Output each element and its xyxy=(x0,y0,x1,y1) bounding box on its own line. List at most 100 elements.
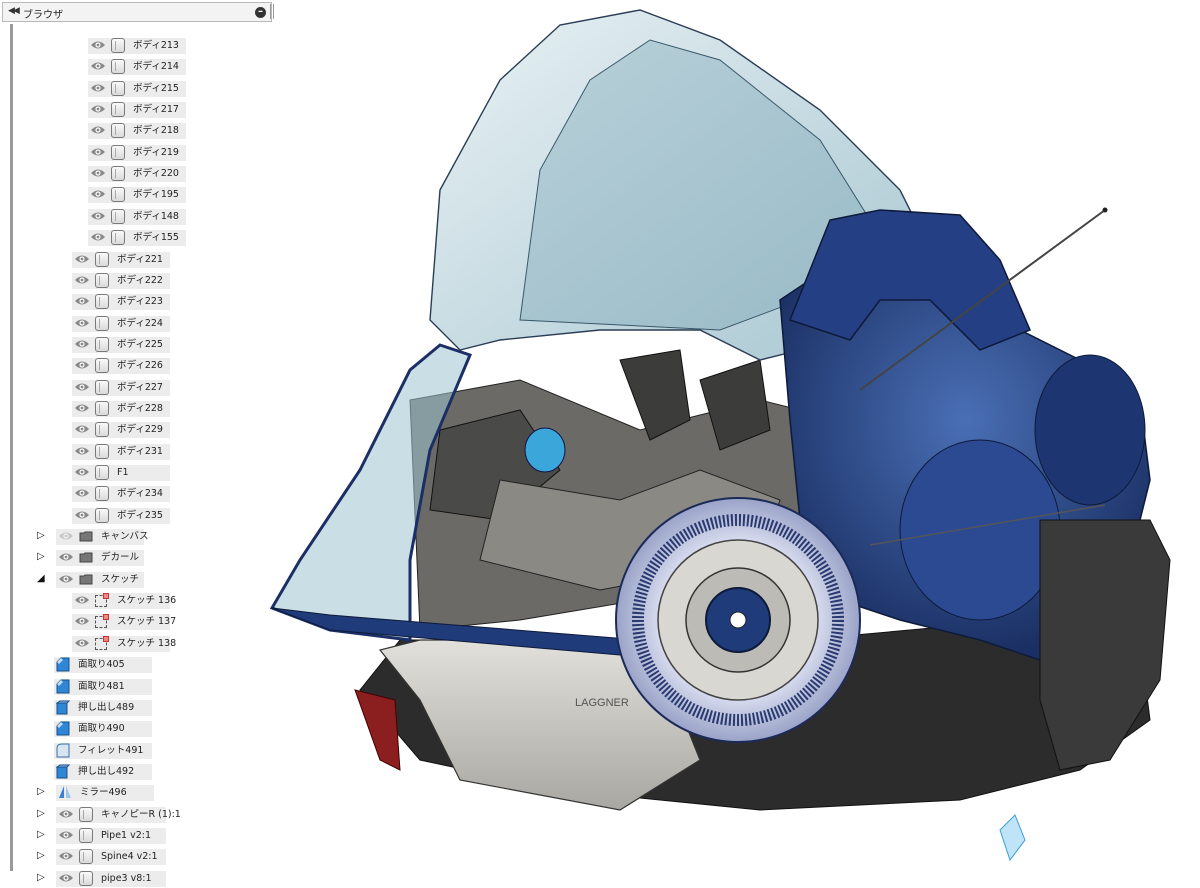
tree-item[interactable]: フィレット491 xyxy=(0,742,290,760)
visibility-eye-icon[interactable] xyxy=(74,381,90,393)
body-icon xyxy=(111,59,125,75)
model-viewport[interactable]: LAGGNER xyxy=(262,0,1200,871)
tree-item[interactable]: ▷ Spine4 v2:1 xyxy=(0,848,290,866)
tree-item[interactable]: ボディ195 xyxy=(0,186,290,204)
visibility-eye-icon[interactable] xyxy=(74,423,90,435)
tree-item[interactable]: ▷ ミラー496 xyxy=(0,784,290,802)
expand-arrow-icon[interactable]: ▷ xyxy=(37,808,47,820)
tree-item[interactable]: 面取り481 xyxy=(0,678,290,696)
body-icon xyxy=(95,294,109,310)
tree-item-label: 押し出し492 xyxy=(78,765,135,777)
tree-item-label: スケッチ xyxy=(101,573,140,585)
tree-item[interactable]: ボディ155 xyxy=(0,229,290,247)
tree-item[interactable]: スケッチ 138 xyxy=(0,635,290,653)
tree-item[interactable]: ボディ228 xyxy=(0,400,290,418)
tree-item[interactable]: 押し出し492 xyxy=(0,763,290,781)
sketch-icon xyxy=(95,635,109,650)
collapse-browser-icon[interactable]: ◀◀ xyxy=(8,6,20,16)
tree-item-label: ボディ218 xyxy=(133,125,179,137)
tree-item-label: ボディ148 xyxy=(133,210,179,222)
tree-item[interactable]: 面取り405 xyxy=(0,656,290,674)
visibility-eye-icon[interactable] xyxy=(90,210,106,222)
tree-item[interactable]: ボディ221 xyxy=(0,251,290,269)
tree-item[interactable]: ボディ234 xyxy=(0,485,290,503)
visibility-eye-icon[interactable] xyxy=(90,82,106,94)
tree-item[interactable]: スケッチ 137 xyxy=(0,613,290,631)
tree-item-label: ボディ220 xyxy=(133,168,179,180)
visibility-eye-icon[interactable] xyxy=(58,551,74,563)
sketch-icon xyxy=(95,593,109,608)
expand-arrow-icon[interactable]: ▷ xyxy=(37,530,47,542)
tree-item[interactable]: 押し出し489 xyxy=(0,699,290,717)
tree-item[interactable]: ▷ pipe3 v8:1 xyxy=(0,870,290,888)
tree-item[interactable]: 面取り490 xyxy=(0,720,290,738)
tree-item[interactable]: ボディ223 xyxy=(0,293,290,311)
tree-item[interactable]: ボディ224 xyxy=(0,315,290,333)
expand-arrow-icon[interactable]: ▷ xyxy=(37,829,47,841)
visibility-eye-icon[interactable] xyxy=(74,295,90,307)
visibility-eye-icon[interactable] xyxy=(74,594,90,606)
visibility-eye-icon[interactable] xyxy=(90,231,106,243)
tree-item[interactable]: ボディ225 xyxy=(0,336,290,354)
visibility-eye-icon[interactable] xyxy=(74,338,90,350)
visibility-eye-icon[interactable] xyxy=(90,39,106,51)
expand-arrow-icon[interactable]: ▷ xyxy=(37,872,47,884)
visibility-eye-icon[interactable] xyxy=(74,317,90,329)
tree-item[interactable]: ▷ デカール xyxy=(0,549,290,567)
visibility-eye-icon[interactable] xyxy=(58,829,74,841)
tree-item[interactable]: ボディ226 xyxy=(0,357,290,375)
tree-item[interactable]: ボディ213 xyxy=(0,37,290,55)
visibility-eye-icon[interactable] xyxy=(74,615,90,627)
tree-item[interactable]: F1 xyxy=(0,464,290,482)
visibility-eye-icon[interactable] xyxy=(74,402,90,414)
tree-item[interactable]: ▷ キャンバス xyxy=(0,528,290,546)
tree-item-label: フィレット491 xyxy=(78,744,144,756)
tree-item[interactable]: ボディ235 xyxy=(0,507,290,525)
visibility-eye-icon[interactable] xyxy=(74,274,90,286)
visibility-eye-icon[interactable] xyxy=(90,188,106,200)
expand-arrow-icon[interactable]: ▷ xyxy=(37,850,47,862)
visibility-eye-icon[interactable] xyxy=(58,872,74,884)
tree-item[interactable]: ◢ スケッチ xyxy=(0,571,290,589)
tree-item-label: ボディ155 xyxy=(133,232,179,244)
visibility-eye-icon[interactable] xyxy=(90,103,106,115)
tree-item-label: 押し出し489 xyxy=(78,701,135,713)
body-icon xyxy=(95,422,109,438)
visibility-eye-icon[interactable] xyxy=(74,509,90,521)
tree-item[interactable]: ▷ Pipe1 v2:1 xyxy=(0,827,290,845)
visibility-eye-icon[interactable] xyxy=(58,573,74,585)
tree-item[interactable]: スケッチ 136 xyxy=(0,592,290,610)
visibility-eye-icon[interactable] xyxy=(58,850,74,862)
collapse-arrow-icon[interactable]: ◢ xyxy=(37,573,47,585)
tree-item[interactable]: ボディ217 xyxy=(0,101,290,119)
visibility-eye-icon[interactable] xyxy=(90,167,106,179)
visibility-eye-icon[interactable] xyxy=(74,359,90,371)
tree-item[interactable]: ボディ214 xyxy=(0,58,290,76)
folder-icon xyxy=(79,550,93,565)
visibility-eye-icon[interactable] xyxy=(90,124,106,136)
tree-item[interactable]: ▷ キャノピーR (1):1 xyxy=(0,806,290,824)
visibility-eye-icon[interactable] xyxy=(90,146,106,158)
visibility-hidden-icon[interactable] xyxy=(58,530,74,542)
tree-item[interactable]: ボディ222 xyxy=(0,272,290,290)
visibility-eye-icon[interactable] xyxy=(90,60,106,72)
visibility-eye-icon[interactable] xyxy=(74,466,90,478)
tree-item[interactable]: ボディ231 xyxy=(0,443,290,461)
expand-arrow-icon[interactable]: ▷ xyxy=(37,786,47,798)
tree-item[interactable]: ボディ148 xyxy=(0,208,290,226)
tree-item[interactable]: ボディ215 xyxy=(0,80,290,98)
tree-item-label: スケッチ 137 xyxy=(117,616,177,628)
expand-arrow-icon[interactable]: ▷ xyxy=(37,551,47,563)
body-icon xyxy=(95,465,109,480)
visibility-eye-icon[interactable] xyxy=(74,445,90,457)
tree-item[interactable]: ボディ229 xyxy=(0,421,290,439)
chamfer-icon xyxy=(56,721,70,736)
visibility-eye-icon[interactable] xyxy=(58,808,74,820)
visibility-eye-icon[interactable] xyxy=(74,487,90,499)
tree-item[interactable]: ボディ218 xyxy=(0,122,290,140)
visibility-eye-icon[interactable] xyxy=(74,637,90,649)
tree-item[interactable]: ボディ220 xyxy=(0,165,290,183)
tree-item[interactable]: ボディ227 xyxy=(0,379,290,397)
visibility-eye-icon[interactable] xyxy=(74,253,90,265)
tree-item[interactable]: ボディ219 xyxy=(0,144,290,162)
